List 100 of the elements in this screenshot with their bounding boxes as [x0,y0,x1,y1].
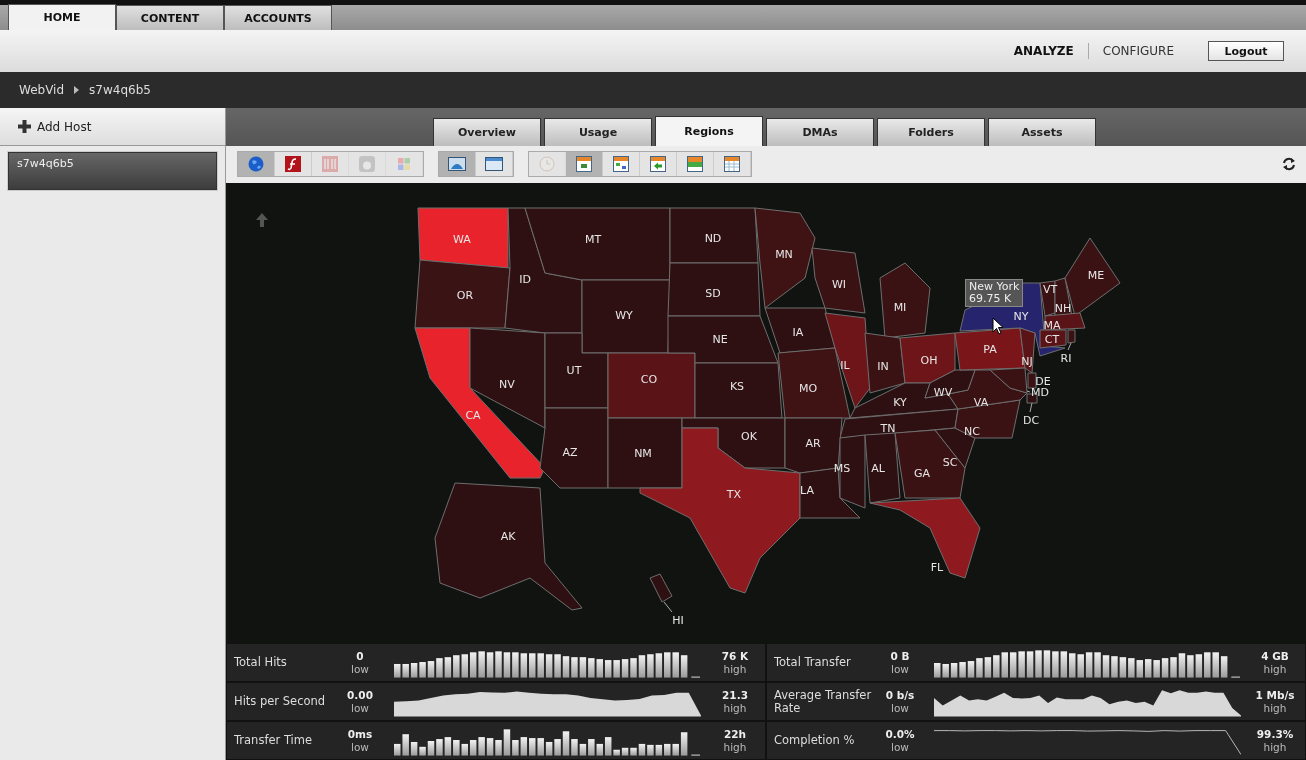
low-value: 0 b/s [885,688,915,702]
stat-label: Hits per Second [234,695,327,708]
state-shape[interactable] [954,399,1021,439]
low-value: 0.00 [347,688,373,702]
low-caption: low [891,740,909,754]
low-value: 0ms [347,727,373,741]
state-label: NY [1013,310,1029,323]
state-label: WI [831,278,847,291]
logout-button[interactable]: Logout [1208,41,1284,61]
top-tab[interactable]: HOME [8,4,116,30]
arrow-sheet-icon [650,156,666,173]
view-tab[interactable]: Folders [877,118,985,146]
breadcrumb-link[interactable]: WebVid [19,83,65,97]
state-label: CO [640,373,658,386]
state-label: RI [1060,352,1072,365]
clock-icon [539,156,555,173]
state-label: AK [500,530,516,543]
high-value: 1 Mb/s [1255,688,1295,702]
low-caption: low [891,701,909,715]
state-label: PA [983,343,997,356]
view-tab[interactable]: DMAs [766,118,874,146]
state-label: VA [973,396,989,409]
state-label: DE [1035,375,1051,388]
high-caption: high [1263,662,1287,676]
high-caption: high [723,701,747,715]
globe-icon [248,156,264,173]
state-label: NV [499,378,515,391]
state-shape[interactable] [1019,327,1036,374]
top-tab[interactable]: CONTENT [116,5,224,30]
state-label: AZ [562,446,578,459]
high-caption: high [1263,740,1287,754]
plus-icon [18,120,31,133]
state-label: NH [1054,302,1072,315]
state-label: OR [456,289,474,302]
host-item[interactable]: s7w4q6b5 [8,152,217,190]
view-tab[interactable]: Assets [988,118,1096,146]
state-label: MT [584,233,602,246]
state-label: LA [800,484,814,497]
state-label: CT [1044,333,1060,346]
arrow-up-icon[interactable] [256,213,268,227]
state-label: KY [893,396,907,409]
grid-icon [613,156,629,173]
breadcrumb-link[interactable]: s7w4q6b5 [89,83,151,97]
state-label: NC [964,425,980,438]
state-label: TX [726,488,742,501]
state-label: KS [729,380,745,393]
low-caption: low [351,701,369,715]
stat-label: Completion % [774,734,856,747]
table-icon [724,156,740,173]
view-tab[interactable]: Usage [544,118,652,146]
state-label: ND [704,232,722,245]
toolbar-button[interactable] [566,152,603,177]
state-label: MS [833,462,851,475]
low-value: 0 B [890,649,910,663]
state-label: ME [1087,269,1105,282]
mode-link[interactable]: CONFIGURE [1098,44,1178,58]
refresh-icon[interactable] [1282,157,1296,172]
high-value: 76 K [721,649,749,663]
stat-label: Transfer Time [234,734,314,747]
high-value: 99.3% [1256,727,1294,741]
low-caption: low [351,662,369,676]
state-shape[interactable] [924,369,976,399]
state-label: AL [871,462,885,475]
add-host-button[interactable]: Add Host [0,108,225,146]
state-shape[interactable] [1039,329,1067,349]
low-caption: low [891,662,909,676]
state-label: MA [1043,319,1061,332]
high-caption: high [723,740,747,754]
state-label: AR [805,437,821,450]
view-tab[interactable]: Overview [433,118,541,146]
view-tab[interactable]: Regions [655,116,763,146]
state-label: IA [792,326,804,339]
low-caption: low [351,740,369,754]
leader-line [1029,402,1033,413]
state-label: DC [1022,414,1040,427]
state-label: NE [712,333,728,346]
low-value: 0.0% [885,727,915,741]
caret-icon [74,86,80,94]
high-caption: high [723,662,747,676]
mode-link[interactable]: ANALYZE [1009,44,1078,58]
state-label: SD [705,287,721,300]
windows-icon [396,156,412,173]
state-label: OH [920,354,938,367]
state-label: IL [840,359,850,372]
state-label: CA [465,409,481,422]
toolbar-button[interactable] [238,152,275,177]
state-shape[interactable] [1027,372,1037,389]
top-tab[interactable]: ACCOUNTS [224,5,332,30]
stat-label: Total Transfer [774,656,852,669]
state-label: WV [933,386,953,399]
state-label: HI [672,614,684,627]
toolbar-button[interactable] [439,152,476,177]
sheet-icon [687,156,703,173]
state-label: WY [615,309,633,322]
state-label: WA [453,233,471,246]
leader-line [1026,390,1031,393]
state-label: ID [519,273,531,286]
cursor-icon [992,317,1004,335]
high-value: 4 GB [1261,649,1289,663]
high-value: 22h [723,727,747,741]
